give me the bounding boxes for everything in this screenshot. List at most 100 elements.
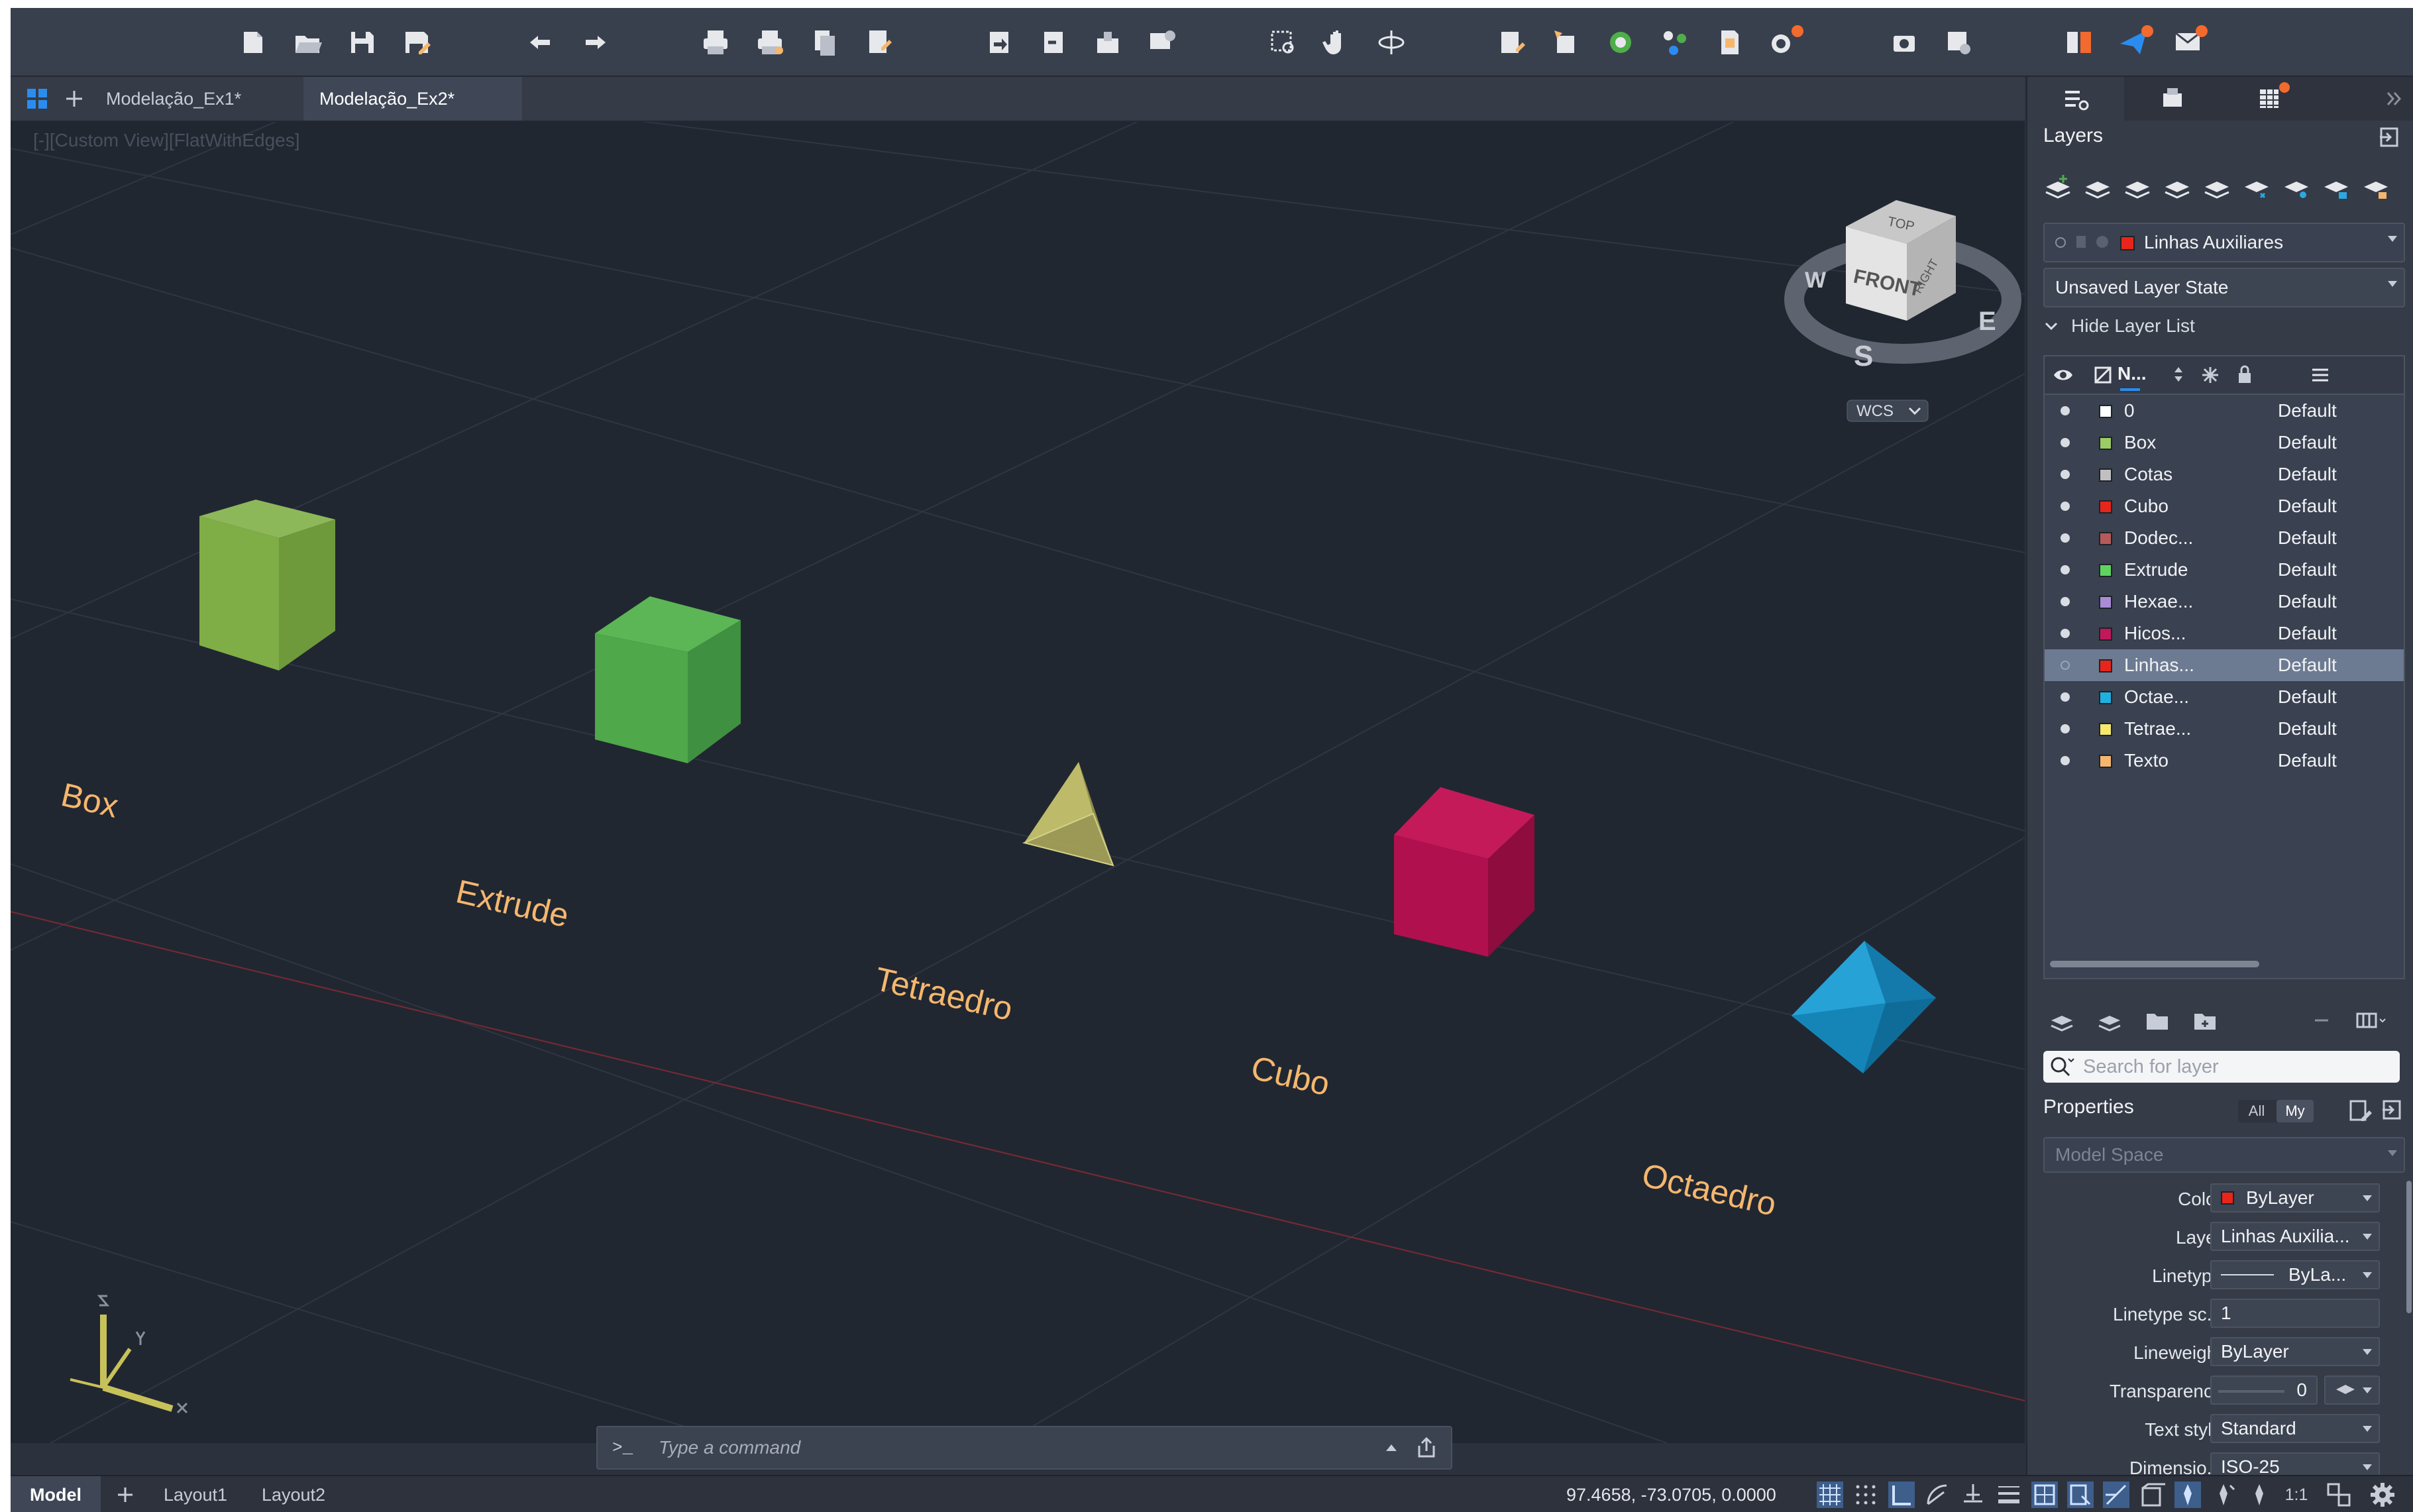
layer-color-swatch[interactable] [2099,532,2112,545]
layer-state-dropdown[interactable]: Unsaved Layer State [2043,268,2405,307]
polar-tracking-icon[interactable] [1924,1482,1951,1508]
visibility-dot[interactable] [2061,438,2070,447]
layer-row-dodecaedro[interactable]: Dodec... Default [2045,522,2404,554]
block-insert-icon[interactable] [1545,24,1587,61]
layer-color-swatch[interactable] [2099,596,2112,609]
auto-scale-icon[interactable] [2210,1482,2237,1508]
tab-sheets-icon[interactable] [2221,77,2318,121]
column-menu-icon[interactable] [2311,367,2330,383]
tab-modelacao-ex2[interactable]: Modelação_Ex2* [303,77,522,121]
batch-plot-icon[interactable] [749,24,791,61]
compare-icon[interactable] [2058,24,2100,61]
tab-blocks-icon[interactable] [2124,77,2221,121]
color-column-icon[interactable] [2094,366,2112,384]
isodraft-icon[interactable] [1960,1482,1986,1508]
camera-icon[interactable] [1883,24,1925,61]
filter-all[interactable]: All [2238,1100,2275,1122]
command-line[interactable]: >_ Type a command [596,1426,1452,1470]
visibility-dot[interactable] [2061,724,2070,733]
sort-icon[interactable] [2173,366,2184,383]
layer-color-swatch[interactable] [2099,500,2112,513]
tab-layout2[interactable]: Layout2 [248,1476,339,1512]
layer-match-icon[interactable] [2202,172,2231,201]
thaw-layer-icon[interactable] [2282,172,2311,201]
layer-row-box[interactable]: Box Default [2045,427,2404,459]
sheet-set-icon[interactable] [1708,24,1750,61]
layer-color-swatch[interactable] [2099,659,2112,673]
share-icon[interactable] [1141,24,1183,61]
undock-icon[interactable] [2379,126,2401,148]
current-layer-dropdown[interactable]: Linhas Auxiliares [2043,223,2405,262]
visibility-dot[interactable] [2061,565,2070,574]
settings-gear-icon[interactable] [2369,1482,2396,1508]
undo-icon[interactable] [519,24,562,61]
object-snap-icon[interactable] [2103,1482,2129,1508]
properties-scrollbar[interactable] [2406,1181,2412,1313]
annotation-visibility-icon[interactable] [2174,1482,2201,1508]
layer-row-linhas[interactable]: Linhas... Default [2045,649,2404,681]
workspace-switch-icon[interactable] [2326,1482,2352,1508]
transparency-slider[interactable]: 0 [2210,1376,2318,1405]
filter-my[interactable]: My [2277,1100,2314,1122]
orbit-icon[interactable] [1370,24,1413,61]
layer-color-swatch[interactable] [2099,723,2112,736]
layer-search-input[interactable]: Search for layer [2043,1051,2400,1083]
new-group-filter-icon[interactable] [2192,1007,2218,1034]
send-icon[interactable] [2112,24,2155,61]
tab-layout1[interactable]: Layout1 [150,1476,241,1512]
save-icon[interactable] [341,24,383,61]
layer-row-hicosaedro[interactable]: Hicos... Default [2045,618,2404,649]
match-properties-icon[interactable] [1491,24,1533,61]
grid-icon[interactable] [1817,1482,1843,1508]
lock-layer-icon[interactable] [2322,172,2351,201]
set-current-icon[interactable] [2163,172,2192,201]
dim-style-dropdown[interactable]: ISO-25 [2210,1452,2380,1475]
ortho-icon[interactable] [1888,1482,1915,1508]
start-tab-icon[interactable] [17,77,57,121]
unlock-layer-icon[interactable] [2361,172,2390,201]
object-type-dropdown[interactable]: Model Space [2043,1137,2405,1173]
layer-filter-icon[interactable] [2096,1007,2123,1034]
snap-icon[interactable] [1852,1482,1879,1508]
new-layer-vp-icon[interactable] [2083,172,2112,201]
command-input[interactable]: Type a command [659,1437,800,1458]
collapse-panel-icon[interactable] [2384,89,2404,109]
visibility-dot[interactable] [2061,692,2070,702]
model-viewport[interactable]: TOP FRONT RIGHT W S E WCS [-][Custom Vie… [11,122,2025,1443]
text-style-dropdown[interactable]: Standard [2210,1414,2380,1443]
layer-properties-icon[interactable] [2049,1007,2075,1034]
publish-icon[interactable] [857,24,900,61]
layer-row-extrude[interactable]: Extrude Default [2045,554,2404,586]
columns-menu-icon[interactable] [2355,1007,2388,1034]
layer-row-tetraedro[interactable]: Tetrae... Default [2045,713,2404,745]
new-file-icon[interactable] [232,24,274,61]
freeze-column-icon[interactable] [2201,366,2220,384]
visibility-dot[interactable] [2061,533,2070,543]
hide-layer-list-toggle[interactable]: Hide Layer List [2043,313,2195,339]
xref-icon[interactable] [1599,24,1642,61]
plot-preview-icon[interactable] [803,24,845,61]
open-file-icon[interactable] [286,24,329,61]
freeze-layer-icon[interactable] [2242,172,2271,201]
command-history-icon[interactable] [1386,1443,1397,1451]
lineweight-dropdown[interactable]: ByLayer [2210,1337,2380,1366]
horizontal-scrollbar[interactable] [2050,961,2259,967]
tab-model[interactable]: Model [11,1476,101,1512]
tab-modelacao-ex1[interactable]: Modelação_Ex1* [90,77,274,121]
layer-color-swatch[interactable] [2099,627,2112,641]
command-expand-icon[interactable] [1415,1436,1438,1459]
new-layer-icon[interactable] [2043,172,2072,201]
print-icon[interactable] [694,24,737,61]
name-column-header[interactable]: N... [2118,363,2147,384]
pan-hand-icon[interactable] [1316,24,1358,61]
group-icon[interactable] [1654,24,1696,61]
zoom-window-icon[interactable] [1261,24,1304,61]
visibility-dot[interactable] [2061,406,2070,415]
coordinates-readout[interactable]: 97.4658, -73.0705, 0.0000 [1566,1476,1776,1512]
layer-color-swatch[interactable] [2099,405,2112,418]
visibility-dot[interactable] [2061,597,2070,606]
eye-icon[interactable] [2053,366,2074,384]
redo-icon[interactable] [574,24,616,61]
import-icon[interactable] [978,24,1020,61]
dynamic-ucs-icon[interactable] [2139,1482,2165,1508]
